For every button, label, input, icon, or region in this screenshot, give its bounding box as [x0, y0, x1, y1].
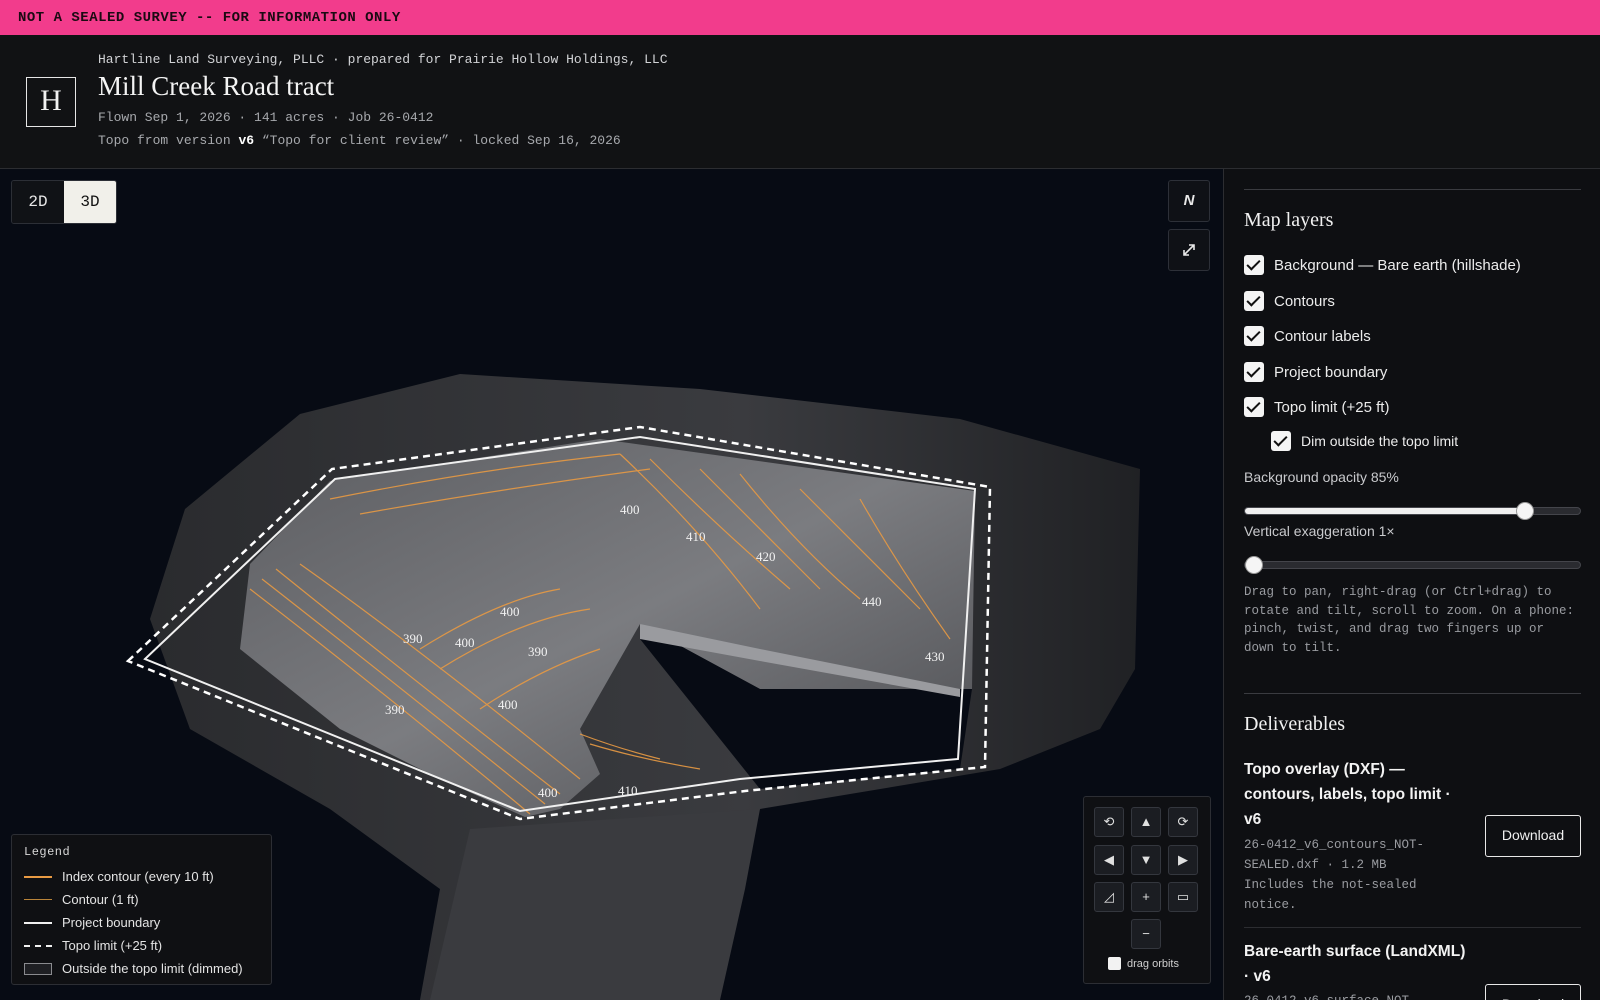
- drag-orbits-toggle[interactable]: drag orbits: [1108, 957, 1179, 970]
- deliverable-file: 26-0412_v6_surface_NOT-: [1244, 991, 1469, 1000]
- layer-background[interactable]: Background — Bare earth (hillshade): [1244, 255, 1521, 275]
- zoom-in-button[interactable]: +: [1131, 882, 1161, 912]
- legend-item: Contour (1 ft): [24, 888, 259, 911]
- checkbox[interactable]: [1244, 397, 1264, 417]
- rotate-left-button[interactable]: ⟲: [1094, 807, 1124, 837]
- flight-meta: Flown Sep 1, 2026 · 141 acres · Job 26-0…: [98, 110, 434, 125]
- side-panel: Map layers Background — Bare earth (hill…: [1223, 169, 1600, 1000]
- contour-label: 390: [528, 644, 548, 659]
- checkbox[interactable]: [1244, 326, 1264, 346]
- contour-label: 390: [385, 702, 405, 717]
- download-button[interactable]: Download: [1485, 815, 1581, 857]
- north-arrow-icon: N: [1183, 192, 1195, 209]
- contour-label: 430: [925, 649, 945, 664]
- checkbox[interactable]: [1244, 291, 1264, 311]
- pan-right-button[interactable]: ▶: [1168, 845, 1198, 875]
- contour-label: 390: [403, 631, 423, 646]
- topo-limit-swatch: [24, 944, 52, 947]
- deliverable-file: 26-0412_v6_contours_NOT-SEALED.dxf · 1.2…: [1244, 838, 1425, 872]
- legend-item: Outside the topo limit (dimmed): [24, 957, 259, 980]
- layer-topo-limit[interactable]: Topo limit (+25 ft): [1244, 397, 1389, 417]
- map-layers-heading: Map layers: [1244, 209, 1334, 231]
- zoom-out-button[interactable]: −: [1131, 919, 1161, 949]
- legend-item: Topo limit (+25 ft): [24, 934, 259, 957]
- contour-label: 420: [756, 549, 776, 564]
- index-contour-swatch: [24, 875, 52, 878]
- drag-orbits-checkbox[interactable]: [1108, 957, 1121, 970]
- topo-version: v6: [238, 133, 255, 148]
- layer-contours[interactable]: Contours: [1244, 291, 1335, 311]
- deliverable-title: Topo overlay (DXF) — contours, labels, t…: [1244, 761, 1451, 828]
- topo-source: Topo from version v6 “Topo for client re…: [98, 133, 621, 148]
- layer-contour-labels[interactable]: Contour labels: [1244, 326, 1371, 346]
- rotate-right-button[interactable]: ⟳: [1168, 807, 1198, 837]
- panel-divider: [1244, 189, 1581, 190]
- checkbox[interactable]: [1244, 255, 1264, 275]
- contour-label: 400: [498, 697, 518, 712]
- contour-label: 410: [618, 783, 638, 798]
- download-button[interactable]: Download: [1485, 984, 1581, 1000]
- panel-divider: [1244, 927, 1581, 928]
- checkbox[interactable]: [1271, 431, 1291, 451]
- checkbox[interactable]: [1244, 362, 1264, 382]
- mode-2d-button[interactable]: 2D: [12, 181, 64, 223]
- contour-label: 410: [686, 529, 706, 544]
- page-title: Mill Creek Road tract: [98, 71, 335, 101]
- contour-label: 400: [538, 785, 558, 800]
- slider-fill: [1245, 508, 1526, 514]
- map-legend: Legend Index contour (every 10 ft) Conto…: [11, 834, 272, 985]
- deliverable-note: Includes the not-sealed notice.: [1244, 878, 1417, 912]
- bg-opacity-slider[interactable]: [1244, 502, 1581, 520]
- view-mode-toggle[interactable]: 2D 3D: [11, 180, 117, 224]
- contour-label: 400: [455, 635, 475, 650]
- dimmed-swatch: [24, 962, 52, 975]
- tilt-button[interactable]: ◿: [1094, 882, 1124, 912]
- slider-thumb[interactable]: [1516, 502, 1535, 520]
- contour-label: 400: [500, 604, 520, 619]
- navigation-controls: ⟲ ▲ ⟳ ◀ ▼ ▶ ◿ + ▭ − drag orbits: [1083, 796, 1211, 984]
- firm-logo: H: [26, 77, 76, 127]
- navigation-help: Drag to pan, right-drag (or Ctrl+drag) t…: [1244, 585, 1575, 655]
- layer-project-boundary[interactable]: Project boundary: [1244, 362, 1387, 382]
- slider-thumb[interactable]: [1245, 556, 1263, 574]
- fullscreen-button[interactable]: [1168, 229, 1210, 271]
- not-sealed-banner: NOT A SEALED SURVEY -- FOR INFORMATION O…: [0, 0, 1600, 35]
- deliverables-heading: Deliverables: [1244, 713, 1346, 735]
- bg-opacity-label: Background opacity 85%: [1244, 469, 1399, 485]
- legend-item: Index contour (every 10 ft): [24, 865, 259, 888]
- expand-icon: [1183, 244, 1195, 256]
- layer-dim-outside[interactable]: Dim outside the topo limit: [1271, 431, 1458, 451]
- boundary-swatch: [24, 921, 52, 924]
- map-viewport[interactable]: 390 390 400 400 390 400 400 410 400 410 …: [0, 169, 1223, 1000]
- contour-swatch: [24, 899, 52, 900]
- reset-view-button[interactable]: ▭: [1168, 882, 1198, 912]
- firm-line: Hartline Land Surveying, PLLC · prepared…: [98, 52, 668, 67]
- contour-label: 440: [862, 594, 882, 609]
- pan-up-button[interactable]: ▲: [1131, 807, 1161, 837]
- pan-down-button[interactable]: ▼: [1131, 845, 1161, 875]
- dimmed-terrain-south: [430, 809, 760, 1000]
- pan-left-button[interactable]: ◀: [1094, 845, 1124, 875]
- panel-divider: [1244, 693, 1581, 694]
- project-header: H Hartline Land Surveying, PLLC · prepar…: [0, 35, 1600, 169]
- legend-item: Project boundary: [24, 911, 259, 934]
- north-arrow-button[interactable]: N: [1168, 180, 1210, 222]
- vexag-slider[interactable]: [1244, 556, 1581, 574]
- vexag-label: Vertical exaggeration 1×: [1244, 523, 1395, 539]
- deliverable-title: Bare-earth surface (LandXML) · v6: [1244, 943, 1466, 985]
- legend-heading: Legend: [24, 845, 71, 859]
- contour-label: 400: [620, 502, 640, 517]
- mode-3d-button[interactable]: 3D: [64, 181, 116, 223]
